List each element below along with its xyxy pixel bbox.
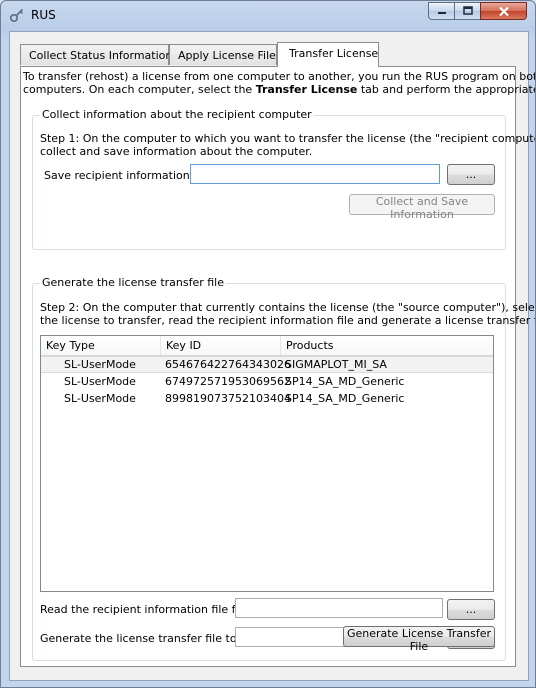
save-recipient-label: Save recipient information to xyxy=(44,169,205,182)
client-area: Collect Status Information Apply License… xyxy=(9,31,535,681)
save-recipient-input[interactable] xyxy=(190,164,440,184)
collect-group-title: Collect information about the recipient … xyxy=(40,108,314,121)
intro-line-1: To transfer (rehost) a license from one … xyxy=(23,70,536,83)
step2-line-1: Step 2: On the computer that currently c… xyxy=(40,301,536,314)
step1-line-1: Step 1: On the computer to which you wan… xyxy=(40,132,536,145)
read-recipient-browse-button[interactable]: ... xyxy=(447,599,495,620)
step1-line-2: collect and save information about the c… xyxy=(40,145,313,158)
read-recipient-label: Read the recipient information file from xyxy=(40,603,258,616)
tab-apply-license[interactable]: Apply License File xyxy=(169,44,277,65)
column-key-id[interactable]: Key ID xyxy=(161,336,281,355)
close-icon xyxy=(498,6,509,16)
table-row[interactable]: SL-UserMode 674972571953069562 SP14_SA_M… xyxy=(41,373,493,390)
generate-to-label: Generate the license transfer file to xyxy=(40,632,237,645)
rus-window: RUS Collect Status Information Apply Lic… xyxy=(0,0,536,688)
row-key-type: SL-UserMode xyxy=(64,358,136,371)
close-button[interactable] xyxy=(480,2,527,20)
title-bar[interactable]: RUS xyxy=(1,1,535,29)
tab-transfer-license[interactable]: Transfer License xyxy=(277,42,379,67)
row-key-type: SL-UserMode xyxy=(64,375,136,388)
minimize-icon xyxy=(437,12,446,14)
save-recipient-browse-button[interactable]: ... xyxy=(447,164,495,185)
row-product: SP14_SA_MD_Generic xyxy=(285,375,405,388)
intro-line-2-bold: Transfer License xyxy=(255,83,358,96)
window-title: RUS xyxy=(31,8,56,22)
column-products[interactable]: Products xyxy=(281,336,493,355)
transfer-license-panel: To transfer (rehost) a license from one … xyxy=(20,66,535,667)
intro-line-2-prefix: computers. On each computer, select the xyxy=(23,83,256,96)
intro-line-2: computers. On each computer, select the … xyxy=(23,83,536,96)
read-recipient-input[interactable] xyxy=(235,598,443,618)
table-row[interactable]: SL-UserMode 899819073752103404 SP14_SA_M… xyxy=(41,390,493,407)
generate-transfer-file-button[interactable]: Generate License Transfer File xyxy=(343,626,495,653)
table-row[interactable]: SL-UserMode 654676422764343026 SIGMAPLOT… xyxy=(41,356,493,373)
generate-group-title: Generate the license transfer file xyxy=(40,276,227,289)
minimize-button[interactable] xyxy=(428,2,455,20)
row-product: SP14_SA_MD_Generic xyxy=(285,392,405,405)
maximize-button[interactable] xyxy=(454,2,481,20)
row-key-id: 899819073752103404 xyxy=(165,392,291,405)
column-key-type[interactable]: Key Type xyxy=(41,336,161,355)
list-header: Key Type Key ID Products xyxy=(41,336,493,356)
row-key-type: SL-UserMode xyxy=(64,392,136,405)
row-key-id: 654676422764343026 xyxy=(165,358,291,371)
intro-line-2-suffix: tab and perform the appropriate step. xyxy=(360,83,536,96)
app-key-icon xyxy=(9,7,25,23)
collect-save-info-button[interactable]: Collect and Save Information xyxy=(349,194,495,221)
tab-collect-status[interactable]: Collect Status Information xyxy=(20,44,172,65)
row-key-id: 674972571953069562 xyxy=(165,375,291,388)
row-product: SIGMAPLOT_MI_SA xyxy=(285,358,387,371)
step2-line-2: the license to transfer, read the recipi… xyxy=(40,314,536,327)
license-list[interactable]: Key Type Key ID Products SL-UserMode 654… xyxy=(40,335,494,592)
maximize-icon xyxy=(462,6,473,15)
